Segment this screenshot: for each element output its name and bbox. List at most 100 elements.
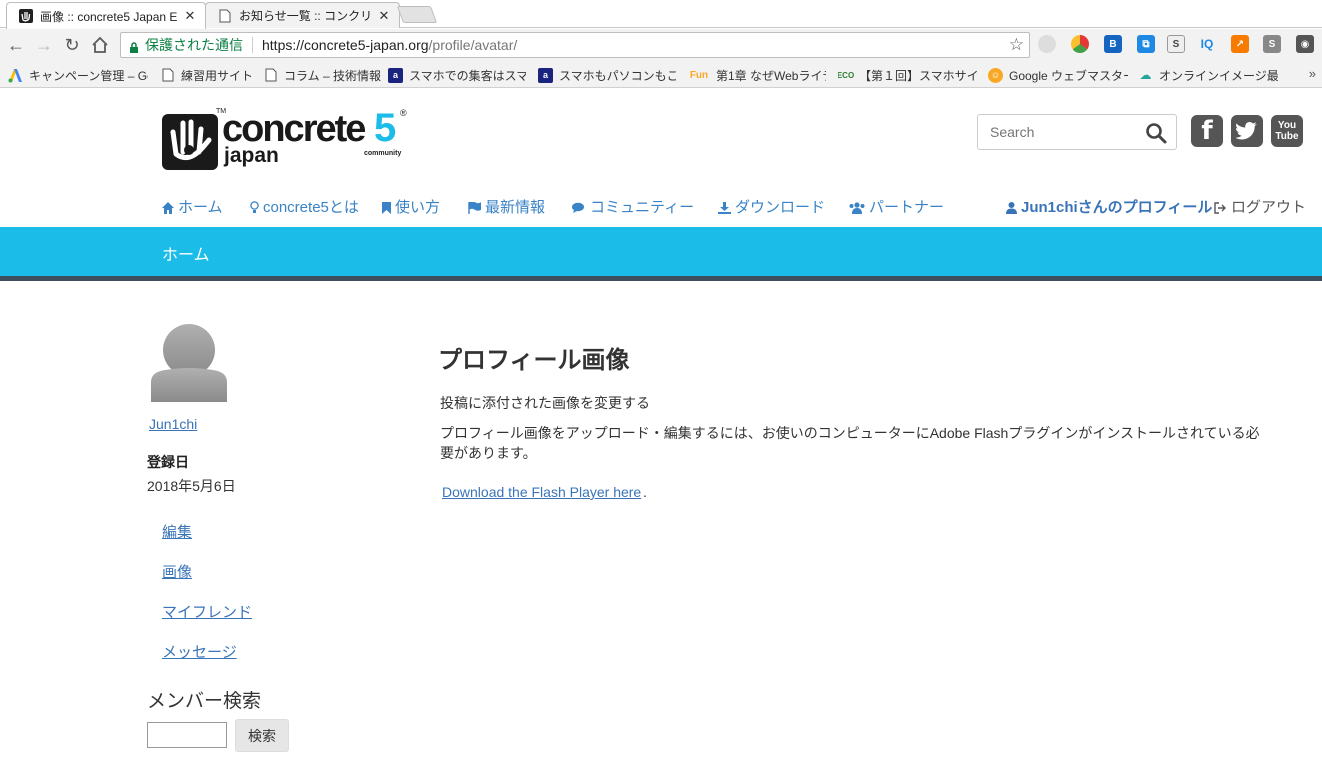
hand-icon [19, 9, 33, 23]
nav-home[interactable]: ホーム [162, 196, 223, 217]
logo-brand: concrete [222, 108, 366, 150]
extension-chart-icon[interactable] [1071, 35, 1089, 53]
sidebar-link-avatar[interactable]: 画像 [162, 561, 192, 582]
forward-icon[interactable]: → [32, 33, 56, 57]
youtube-icon[interactable]: You Tube [1271, 115, 1303, 147]
divider [0, 276, 1322, 281]
tab-title: 画像 :: concrete5 Japan E [40, 9, 177, 24]
lightbulb-icon [250, 200, 259, 213]
tab-avatar[interactable]: 画像 :: concrete5 Japan E ✕ [6, 2, 206, 29]
registered-date: 2018年5月6日 [147, 478, 236, 494]
browser-toolbar: ← → ↻ 保護された通信 https://concrete5-japan.or… [0, 29, 1322, 61]
registered-label: 登録日 [147, 454, 189, 470]
main-nav: ホーム concrete5とは 使い方 最新情報 コミュニティー ダウンロード … [0, 192, 1322, 220]
extension-analytics-icon[interactable]: ↗ [1231, 35, 1249, 53]
close-icon[interactable]: ✕ [377, 8, 391, 24]
back-icon[interactable]: ← [4, 33, 28, 57]
divider [252, 37, 253, 53]
extension-frame-icon[interactable]: ⧉ [1137, 35, 1155, 53]
twitter-icon[interactable] [1231, 115, 1263, 147]
facebook-icon[interactable]: f [1191, 115, 1223, 147]
tab-strip: 画像 :: concrete5 Japan E ✕ お知らせ一覧 :: コンクリ… [0, 0, 1322, 29]
bookmark-item[interactable]: a スマホでの集客はスマホ [388, 66, 526, 84]
tab-title: お知らせ一覧 :: コンクリート7 [239, 9, 371, 23]
users-icon [849, 201, 865, 214]
site-a-icon: a [538, 67, 553, 83]
search-icon[interactable] [1145, 122, 1167, 144]
profile-username-link[interactable]: Jun1chi [149, 416, 197, 432]
close-icon[interactable]: ✕ [183, 8, 197, 24]
bookmark-item[interactable]: キャンペーン管理 – Goo [8, 66, 148, 84]
download-icon [718, 201, 731, 214]
flag-icon [468, 200, 482, 214]
member-search-title: メンバー検索 [147, 691, 262, 712]
extension-seo-icon[interactable]: S [1263, 35, 1281, 53]
webmaster-icon: ☺ [988, 67, 1003, 83]
extension-b-icon[interactable]: B [1104, 35, 1122, 53]
extension-gray-icon[interactable] [1038, 35, 1056, 53]
tab-news[interactable]: お知らせ一覧 :: コンクリート7 ✕ [205, 2, 400, 28]
nav-about[interactable]: concrete5とは [250, 196, 359, 217]
bookmark-item[interactable]: コラム – 技術情報 [263, 66, 383, 84]
nav-profile[interactable]: Jun1chiさんのプロフィール [1006, 196, 1212, 217]
nav-community[interactable]: コミュニティー [572, 196, 694, 217]
page-icon [218, 9, 232, 23]
eco-icon: ECO [838, 70, 855, 80]
sign-out-icon [1214, 201, 1227, 214]
flash-link-suffix: . [643, 484, 647, 500]
page-icon [160, 68, 175, 83]
star-icon[interactable]: ☆ [1009, 35, 1024, 55]
reload-icon[interactable]: ↻ [60, 33, 84, 57]
search-input[interactable] [978, 115, 1138, 149]
extension-iq-icon[interactable]: IQ [1198, 35, 1216, 53]
breadcrumb-home[interactable]: ホーム [162, 241, 210, 265]
site-logo[interactable]: TM concrete 5 ® japan community [162, 106, 412, 174]
flash-download-link[interactable]: Download the Flash Player here [442, 484, 641, 500]
new-tab-button[interactable] [396, 6, 438, 23]
bookmark-item[interactable]: ☁ オンラインイメージ最適化 [1138, 66, 1279, 84]
bookmark-item[interactable]: a スマホもパソコンもこれ1 [538, 66, 676, 84]
page-subtitle: 投稿に添付された画像を変更する [440, 395, 650, 411]
flash-notice: プロフィール画像をアップロード・編集するには、お使いのコンピューターにAdobe… [440, 425, 1260, 461]
logo-five: 5 [374, 106, 397, 150]
sidebar-link-edit[interactable]: 編集 [162, 521, 192, 542]
bookmark-icon [382, 201, 391, 214]
user-icon [1006, 201, 1017, 214]
home-icon[interactable] [88, 33, 112, 57]
nav-partner[interactable]: パートナー [849, 196, 944, 217]
bookmark-item[interactable]: 練習用サイト [160, 66, 260, 84]
address-bar[interactable]: 保護された通信 https://concrete5-japan.org /pro… [120, 32, 1030, 58]
sidebar-link-messages[interactable]: メッセージ [162, 641, 237, 662]
avatar [151, 322, 227, 402]
breadcrumb-bar: ホーム [0, 227, 1322, 276]
logo-tag: community [364, 150, 402, 157]
logo-reg: ® [400, 108, 407, 118]
page-title: プロフィール画像 [438, 347, 630, 374]
logo-sub: japan [224, 144, 279, 167]
comments-icon [572, 201, 586, 213]
fun-icon: Fun [689, 69, 709, 81]
bookmarks-overflow-button[interactable]: » [1309, 66, 1316, 81]
member-search-input[interactable] [147, 722, 227, 748]
bookmark-item[interactable]: ECO 【第１回】スマホサイトで [838, 66, 978, 84]
bookmarks-bar: キャンペーン管理 – Goo 練習用サイト コラム – 技術情報 a スマホでの… [0, 61, 1322, 88]
secure-label: 保護された通信 [145, 37, 243, 53]
extension-bulb-icon[interactable]: ◉ [1296, 35, 1314, 53]
nav-download[interactable]: ダウンロード [718, 196, 825, 217]
nav-howto[interactable]: 使い方 [382, 196, 440, 217]
site-search [977, 114, 1177, 150]
sidebar-link-friends[interactable]: マイフレンド [162, 601, 252, 622]
url-host: https://concrete5-japan.org [262, 37, 429, 53]
nav-logout[interactable]: ログアウト [1214, 196, 1306, 217]
nav-news[interactable]: 最新情報 [468, 196, 545, 217]
member-search-button[interactable]: 検索 [235, 719, 289, 752]
extension-s-icon[interactable]: S [1167, 35, 1185, 53]
page-icon [263, 68, 278, 83]
bookmark-item[interactable]: ☺ Google ウェブマスター向 [988, 66, 1128, 84]
site-a-icon: a [388, 67, 403, 83]
cloud-icon: ☁ [1139, 68, 1152, 82]
url-path: /profile/avatar/ [428, 37, 518, 53]
lock-icon [129, 40, 139, 53]
bookmark-item[interactable]: Fun 第1章 なぜWebライティ [688, 66, 826, 84]
adwords-icon [8, 68, 23, 83]
